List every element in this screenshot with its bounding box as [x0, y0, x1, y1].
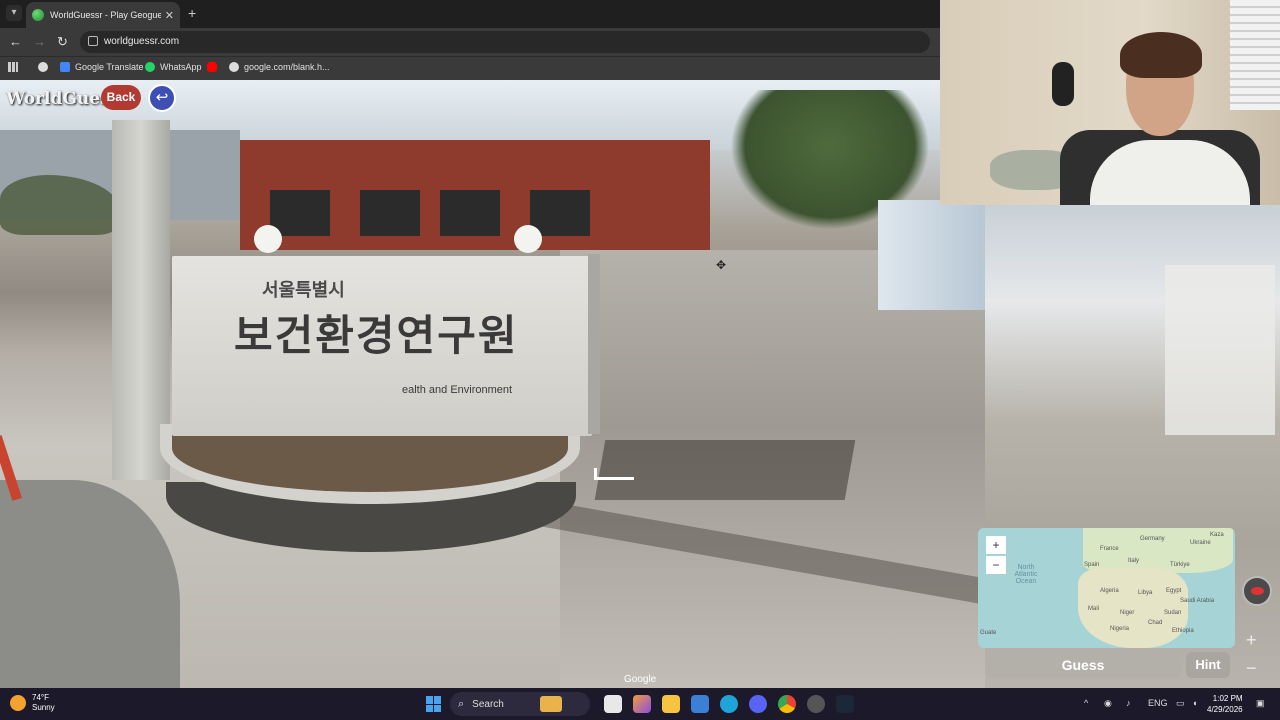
bookmark-google-blank[interactable]: google.com/blank.h... [229, 62, 330, 72]
tab-title: WorldGuessr - Play Geoguessr F [50, 10, 161, 20]
obs-icon[interactable] [807, 695, 825, 713]
bookmarks-bar: Google Translate WhatsApp google.com/bla… [0, 56, 940, 80]
microphone-icon[interactable]: ♪ [1126, 698, 1131, 708]
bookmark-globe-icon[interactable] [38, 62, 53, 72]
webcam-feed [940, 0, 1280, 205]
forward-arrow-icon[interactable]: → [33, 34, 46, 49]
red-brick-building [240, 140, 710, 250]
file-explorer-icon[interactable] [662, 695, 680, 713]
globe-icon [32, 9, 44, 21]
taskbar-search[interactable]: ⌕ Search [450, 692, 590, 716]
volume-icon[interactable]: ◖ [1192, 698, 1197, 708]
side-zoom-in-button[interactable]: + [1246, 630, 1257, 651]
sign-text-large: 보건환경연구원 [234, 312, 519, 359]
discord-icon[interactable] [749, 695, 767, 713]
weather-temp: 74°F [32, 693, 49, 702]
navigation-bar: ← → ↻ worldguessr.com [0, 28, 940, 56]
map-ocean-label: North Atlantic Ocean [1014, 564, 1038, 585]
google-icon [229, 62, 239, 72]
tray-app-icon[interactable]: ◉ [1104, 698, 1112, 709]
road-marking [594, 468, 634, 480]
back-button[interactable]: Back [101, 85, 141, 110]
bookmark-google-translate[interactable]: Google Translate [60, 62, 144, 72]
guess-button[interactable]: Guess [985, 652, 1181, 678]
windows-taskbar: 74°F Sunny ⌕ Search ^ ◉ ♪ ENG ▭ ◖ 1:02 P… [0, 688, 1280, 720]
chrome-icon[interactable] [778, 695, 796, 713]
weather-condition: Sunny [32, 703, 55, 712]
language-indicator[interactable]: ENG [1148, 698, 1168, 708]
sign-text-english: ealth and Environment [402, 384, 513, 396]
search-highlight-icon [539, 696, 562, 712]
close-tab-icon[interactable]: ✕ [165, 9, 174, 22]
map-zoom-in-button[interactable]: + [986, 536, 1006, 554]
notification-icon[interactable]: ▣ [1256, 698, 1265, 709]
street-view-panorama[interactable]: 서울특별시 보건환경연구원 ealth and Environment ✥ Go… [0, 80, 985, 688]
tray-chevron-icon[interactable]: ^ [1084, 698, 1088, 708]
search-icon: ⌕ [458, 697, 465, 710]
clock[interactable]: 1:02 PM 4/29/2026 [1207, 693, 1243, 715]
steam-icon[interactable] [836, 695, 854, 713]
address-bar[interactable]: worldguessr.com [80, 31, 930, 53]
bookmark-whatsapp[interactable]: WhatsApp [145, 62, 202, 72]
sign-text-small: 서울특별시 [262, 280, 345, 300]
hint-button[interactable]: Hint [1186, 652, 1230, 678]
apps-grid-icon[interactable] [8, 62, 18, 72]
new-tab-button[interactable]: + [188, 5, 196, 21]
weather-widget[interactable]: 74°F Sunny [10, 693, 55, 713]
institute-sign: 서울특별시 보건환경연구원 ealth and Environment [172, 256, 592, 436]
tab-worldguessr[interactable]: WorldGuessr - Play Geoguessr F ✕ [26, 2, 180, 28]
whatsapp-icon [145, 62, 155, 72]
back-arrow-icon[interactable]: ← [9, 34, 22, 49]
copilot-icon[interactable] [633, 695, 651, 713]
reload-icon[interactable]: ↻ [57, 34, 68, 50]
store-icon[interactable] [691, 695, 709, 713]
network-icon[interactable]: ▭ [1176, 698, 1185, 709]
edge-icon[interactable] [720, 695, 738, 713]
youtube-icon [207, 62, 217, 72]
map-toggle-icon[interactable] [1242, 576, 1272, 606]
google-watermark: Google [624, 674, 657, 685]
site-info-icon[interactable] [88, 36, 98, 46]
translate-icon [60, 62, 70, 72]
globe-lamp [514, 225, 542, 253]
tab-search-icon[interactable]: ▾ [6, 5, 22, 21]
guess-map[interactable]: + − North Atlantic Ocean Germany Ukraine… [978, 528, 1235, 648]
url-text[interactable]: worldguessr.com [104, 36, 179, 47]
task-view-icon[interactable] [604, 695, 622, 713]
tab-bar: ▾ WorldGuessr - Play Geoguessr F ✕ + [0, 0, 940, 28]
sun-icon [10, 695, 26, 711]
screen: ▾ WorldGuessr - Play Geoguessr F ✕ + ← →… [0, 0, 1280, 720]
move-cursor-icon: ✥ [716, 258, 727, 272]
map-zoom-out-button[interactable]: − [986, 556, 1006, 574]
return-to-start-icon[interactable]: ↩ [148, 84, 176, 112]
bookmark-youtube[interactable] [207, 62, 222, 72]
globe-lamp [254, 225, 282, 253]
windows-start-icon[interactable] [426, 696, 442, 712]
side-zoom-out-button[interactable]: − [1246, 658, 1257, 679]
blue-fence [878, 200, 985, 310]
